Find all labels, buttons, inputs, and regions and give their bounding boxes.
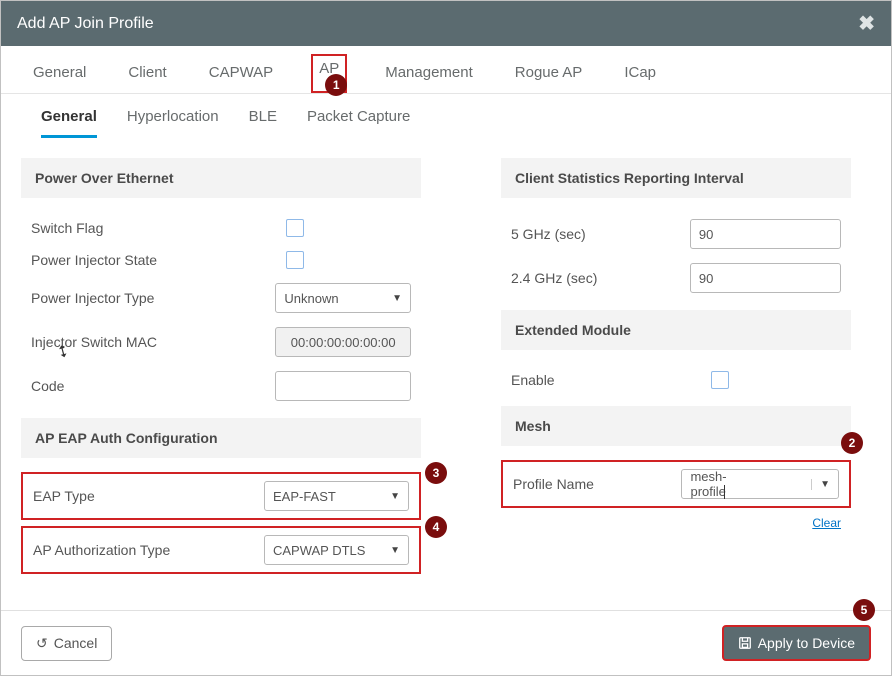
cancel-button[interactable]: ↺ Cancel [21, 626, 112, 661]
ext-header: Extended Module [501, 310, 851, 350]
titlebar: Add AP Join Profile ✖ [1, 1, 891, 46]
ext-enable-row: Enable [501, 364, 851, 396]
chevron-down-icon: ▼ [392, 293, 402, 304]
eap-type-select[interactable]: EAP-FAST ▼ [264, 481, 409, 511]
subtab-ble[interactable]: BLE [249, 108, 277, 138]
left-column: Power Over Ethernet Switch Flag Power In… [21, 148, 421, 580]
power-injector-state-checkbox[interactable] [286, 251, 304, 269]
sub-tabs: General Hyperlocation BLE Packet Capture [1, 94, 891, 138]
poe-header: Power Over Ethernet [21, 158, 421, 198]
add-ap-join-profile-modal: Add AP Join Profile ✖ General Client CAP… [0, 0, 892, 676]
eap-type-label: EAP Type [33, 488, 213, 504]
auth-type-row: AP Authorization Type CAPWAP DTLS ▼ [23, 528, 419, 572]
callout-badge-2: 2 [841, 432, 863, 454]
tab-rogue-ap[interactable]: Rogue AP [511, 58, 587, 93]
subtab-packet-capture[interactable]: Packet Capture [307, 108, 410, 138]
auth-type-label: AP Authorization Type [33, 542, 213, 558]
switch-flag-label: Switch Flag [31, 220, 211, 236]
injector-switch-mac-row: Injector Switch MAC 00:00:00:00:00:00 ⭥ [21, 320, 421, 364]
tab-client[interactable]: Client [124, 58, 170, 93]
primary-tabs: General Client CAPWAP AP 1 Management Ro… [1, 46, 891, 94]
callout-badge-1: 1 [325, 74, 347, 96]
csr-header: Client Statistics Reporting Interval [501, 158, 851, 198]
eap-header: AP EAP Auth Configuration [21, 418, 421, 458]
ext-enable-checkbox[interactable] [711, 371, 729, 389]
save-icon [738, 636, 752, 650]
tab-ap[interactable]: AP 1 [311, 54, 347, 93]
injector-switch-mac-field[interactable]: 00:00:00:00:00:00 [275, 327, 411, 357]
code-label: Code [31, 378, 211, 394]
tab-general[interactable]: General [29, 58, 90, 93]
footer: ↺ Cancel 5 Apply to Device [1, 610, 891, 675]
ghz5-label: 5 GHz (sec) [511, 226, 651, 242]
power-injector-state-label: Power Injector State [31, 252, 211, 268]
eap-type-row: EAP Type EAP-FAST ▼ [23, 474, 419, 518]
subtab-hyperlocation[interactable]: Hyperlocation [127, 108, 219, 138]
power-injector-type-select[interactable]: Unknown ▼ [275, 283, 411, 313]
apply-to-device-button[interactable]: Apply to Device [722, 625, 871, 661]
power-injector-state-row: Power Injector State [21, 244, 421, 276]
mesh-profile-row: Profile Name mesh-profile ▼ [503, 462, 849, 506]
auth-type-select[interactable]: CAPWAP DTLS ▼ [264, 535, 409, 565]
chevron-down-icon: ▼ [390, 545, 400, 556]
callout-badge-3: 3 [425, 462, 447, 484]
code-row: Code [21, 364, 421, 408]
apply-wrap: 5 Apply to Device [722, 625, 871, 661]
content-area: Power Over Ethernet Switch Flag Power In… [1, 138, 891, 610]
chevron-down-icon: ▼ [390, 491, 400, 502]
power-injector-type-row: Power Injector Type Unknown ▼ [21, 276, 421, 320]
modal-title: Add AP Join Profile [17, 15, 154, 33]
tab-management[interactable]: Management [381, 58, 477, 93]
callout-badge-4: 4 [425, 516, 447, 538]
mesh-profile-label: Profile Name [513, 476, 653, 492]
injector-switch-mac-label: Injector Switch MAC [31, 334, 211, 350]
ghz24-row: 2.4 GHz (sec) 90 [501, 256, 851, 300]
tab-capwap[interactable]: CAPWAP [205, 58, 277, 93]
ext-enable-label: Enable [511, 372, 651, 388]
auth-type-callout: AP Authorization Type CAPWAP DTLS ▼ 4 [21, 526, 421, 574]
mesh-header: Mesh [501, 406, 851, 446]
mesh-profile-callout: 2 Profile Name mesh-profile ▼ Clear [501, 460, 851, 530]
mesh-profile-select[interactable]: mesh-profile ▼ [681, 469, 839, 499]
ghz5-field[interactable]: 90 [690, 219, 841, 249]
power-injector-type-label: Power Injector Type [31, 290, 211, 306]
switch-flag-checkbox[interactable] [286, 219, 304, 237]
mesh-clear-link[interactable]: Clear [501, 514, 851, 530]
ghz24-field[interactable]: 90 [690, 263, 841, 293]
right-column: Client Statistics Reporting Interval 5 G… [501, 148, 851, 580]
callout-badge-5: 5 [853, 599, 875, 621]
subtab-general[interactable]: General [41, 108, 97, 138]
switch-flag-row: Switch Flag [21, 212, 421, 244]
tab-icap[interactable]: ICap [620, 58, 660, 93]
close-icon[interactable]: ✖ [858, 11, 875, 36]
chevron-down-icon: ▼ [811, 479, 830, 490]
ghz5-row: 5 GHz (sec) 90 [501, 212, 851, 256]
code-field[interactable] [275, 371, 411, 401]
undo-icon: ↺ [36, 635, 48, 652]
eap-type-callout: EAP Type EAP-FAST ▼ 3 [21, 472, 421, 520]
ghz24-label: 2.4 GHz (sec) [511, 270, 651, 286]
